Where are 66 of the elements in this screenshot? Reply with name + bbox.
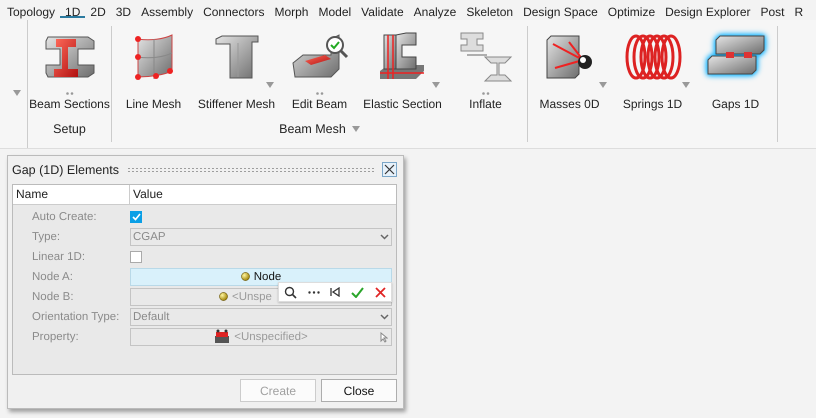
coil-spring-icon bbox=[624, 33, 682, 81]
field-label: Linear 1D: bbox=[31, 250, 86, 263]
menu-tab[interactable]: Assembly bbox=[136, 2, 198, 18]
dropdown-caret-icon[interactable] bbox=[599, 82, 607, 88]
close-button[interactable] bbox=[382, 162, 397, 178]
menu-tab[interactable]: Validate bbox=[356, 2, 409, 18]
chevron-icon bbox=[380, 234, 389, 240]
field-label: Orientation Type: bbox=[31, 310, 120, 323]
menu-tab[interactable]: Morph bbox=[269, 2, 314, 18]
checkmark-icon[interactable] bbox=[351, 286, 364, 298]
ribbon-tool-button[interactable]: Stiffener Mesh bbox=[195, 26, 278, 118]
menu-tab[interactable]: Analyze bbox=[408, 2, 462, 18]
ribbon-tool-button[interactable]: Edit Beam bbox=[278, 26, 361, 118]
dropdown-caret-icon[interactable] bbox=[13, 90, 21, 96]
group-label: Beam Mesh bbox=[279, 122, 346, 136]
entity-selector[interactable]: Node bbox=[130, 268, 392, 286]
group-label: Setup bbox=[53, 122, 86, 136]
field-label: Auto Create: bbox=[31, 210, 98, 223]
selector-text: <Unspecified> bbox=[234, 330, 308, 343]
ribbon-tool-button[interactable]: Gaps 1D bbox=[694, 26, 777, 118]
dialog-button[interactable]: Close bbox=[321, 379, 397, 402]
mass-plate-icon bbox=[544, 34, 594, 80]
skip-to-start-icon[interactable] bbox=[330, 287, 340, 297]
node-sphere-icon bbox=[240, 272, 250, 282]
ribbon-tool-button[interactable]: Masses 0D bbox=[528, 26, 611, 118]
pointer-icon bbox=[380, 332, 388, 343]
column-header: Value bbox=[132, 187, 163, 202]
menu-tab[interactable]: Connectors bbox=[198, 2, 270, 18]
selector-text: Node bbox=[254, 270, 282, 283]
ribbon-tool-button[interactable]: Springs 1D bbox=[611, 26, 694, 118]
ribbon-tool-button[interactable]: Line Mesh bbox=[112, 26, 195, 118]
menu-tab[interactable]: R bbox=[790, 2, 808, 18]
dialog-title: Gap (1D) Elements bbox=[12, 162, 119, 177]
inflate-icon bbox=[458, 31, 512, 83]
chevron-icon bbox=[380, 314, 389, 320]
field-label: Type: bbox=[31, 230, 62, 243]
field-label: Property: bbox=[31, 330, 80, 343]
menu-tab[interactable]: 3D bbox=[110, 2, 136, 18]
checkbox[interactable] bbox=[130, 250, 142, 263]
node-sphere-icon bbox=[219, 292, 228, 302]
checkbox[interactable] bbox=[130, 210, 142, 223]
menu-tab[interactable]: Design Explorer bbox=[660, 2, 756, 18]
search-icon[interactable] bbox=[284, 286, 298, 298]
menu-tab[interactable]: Topology bbox=[2, 2, 60, 18]
column-header: Name bbox=[13, 184, 130, 204]
close-icon[interactable] bbox=[374, 286, 386, 298]
menu-tab[interactable]: Model bbox=[313, 2, 356, 18]
ribbon-tool-button[interactable]: Beam Sections bbox=[28, 26, 111, 118]
menu-tab[interactable]: 1D bbox=[60, 2, 86, 18]
field-label: Node A: bbox=[31, 270, 74, 283]
ribbon-tool-button[interactable]: Inflate bbox=[444, 26, 527, 118]
menu-tab[interactable]: Design Space bbox=[518, 2, 603, 18]
menu-tab[interactable]: Optimize bbox=[602, 2, 660, 18]
property-stack-icon bbox=[214, 329, 230, 344]
selector-text: <Unspe bbox=[232, 290, 272, 303]
dropdown-caret-icon[interactable] bbox=[682, 82, 690, 88]
menu-tab[interactable]: Skeleton bbox=[461, 2, 518, 18]
dropdown-caret-icon[interactable] bbox=[432, 82, 440, 88]
menu-tab[interactable]: Post bbox=[756, 2, 790, 18]
menu-tab[interactable]: 2D bbox=[85, 2, 111, 18]
ribbon-tool-button[interactable]: Elastic Section bbox=[361, 26, 444, 118]
more-icon[interactable] bbox=[308, 290, 320, 294]
stiffener-icon bbox=[214, 35, 260, 79]
dropdown-caret-icon[interactable] bbox=[352, 126, 360, 132]
field-label: Node B: bbox=[31, 290, 75, 303]
dropdown-caret-icon[interactable] bbox=[266, 82, 274, 88]
